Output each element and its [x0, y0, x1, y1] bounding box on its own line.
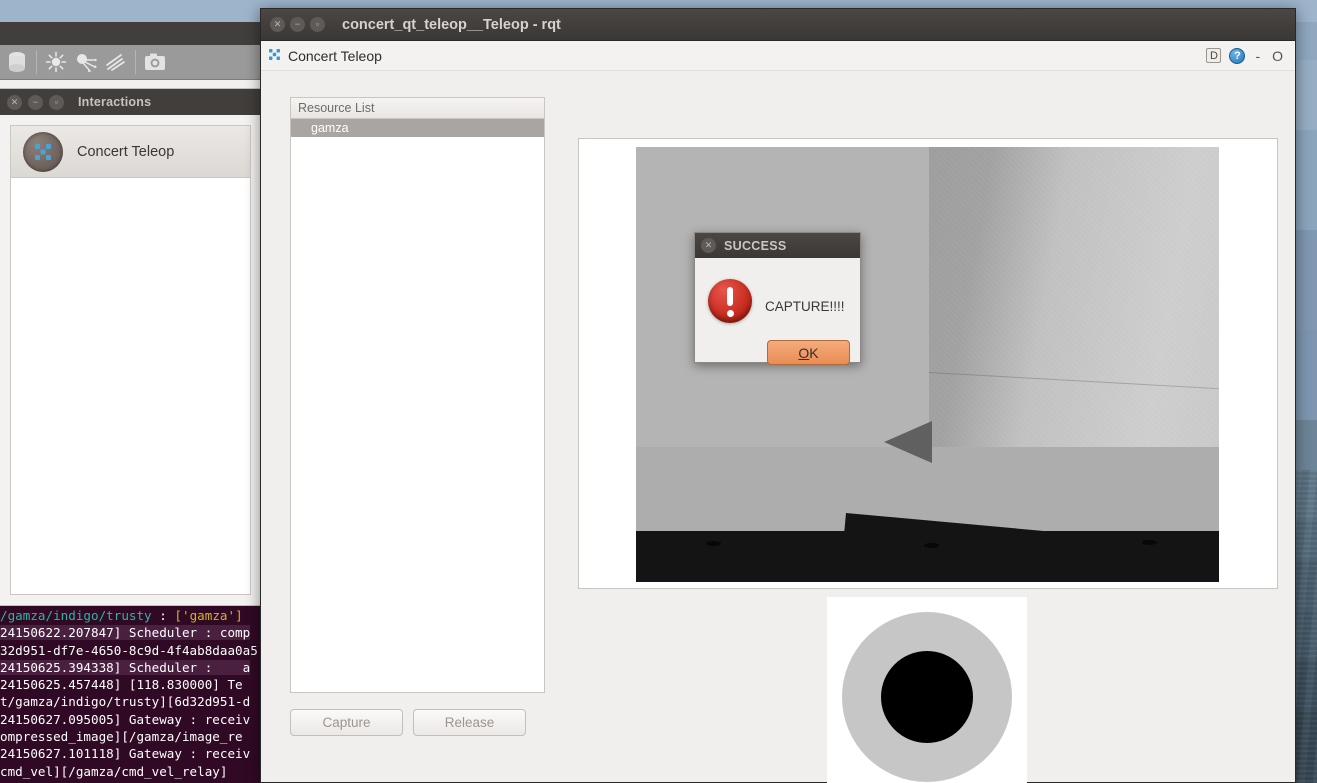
camera-viewport[interactable]	[578, 138, 1278, 589]
terminal-line: 24150627.095005] Gateway : receiv	[0, 711, 262, 728]
scene-dark-floor	[636, 531, 1219, 582]
terminal-line: ompressed_image][/gamza/image_re	[0, 728, 262, 745]
gazebo-menubar[interactable]	[0, 22, 262, 45]
resource-list-header: Resource List	[290, 97, 545, 119]
terminal-text: cmd_vel][/gamza/cmd_vel_relay]	[0, 764, 227, 779]
terminal-line: 24150625.394338] Scheduler : a	[0, 659, 262, 676]
terminal-console[interactable]: /gamza/indigo/trusty : ['gamza']24150622…	[0, 606, 262, 783]
scene-shadow-triangle	[884, 421, 932, 463]
terminal-line: t/gamza/indigo/trusty][6d32d951-d	[0, 693, 262, 710]
plugin-header-right: D ? - O	[1206, 48, 1285, 64]
terminal-text: 24150625.457448] [118.830000] Te	[0, 677, 243, 692]
close-icon[interactable]: ✕	[270, 17, 285, 32]
release-button[interactable]: Release	[413, 709, 526, 736]
spot-light-icon[interactable]	[101, 47, 131, 77]
maximize-icon[interactable]: ▫	[49, 95, 64, 110]
minimize-plugin-button[interactable]: -	[1253, 48, 1262, 64]
minimize-icon[interactable]: −	[28, 95, 43, 110]
terminal-text: ompressed_image][/gamza/image_re	[0, 729, 243, 744]
terminal-text: :	[152, 608, 175, 623]
rqt-content: Resource List gamza Capture Release	[261, 71, 1295, 782]
terminal-text: 32d951-df7e-4650-8c9d-4f4ab8daa0a5	[0, 643, 258, 658]
scene-floor-dot	[706, 541, 721, 546]
minimize-icon[interactable]: −	[290, 17, 305, 32]
terminal-line: 24150627.101118] Gateway : receiv	[0, 745, 262, 762]
window-title: concert_qt_teleop__Teleop - rqt	[342, 17, 561, 33]
dialog-title: SUCCESS	[724, 239, 787, 253]
dock-button[interactable]: D	[1206, 48, 1221, 63]
ros-logo-icon	[23, 132, 63, 172]
gazebo-toolbar[interactable]	[0, 45, 262, 80]
resource-list-panel: Resource List gamza	[290, 97, 545, 693]
resource-listbox[interactable]: gamza	[290, 119, 545, 693]
close-icon[interactable]: ✕	[7, 95, 22, 110]
terminal-text: 24150622.207847] Scheduler : comp	[0, 625, 250, 640]
scene-floor-dot	[1142, 540, 1157, 545]
cylinder-icon[interactable]	[2, 47, 32, 77]
terminal-text: 24150627.101118] Gateway : receiv	[0, 746, 250, 761]
interactions-list[interactable]: Concert Teleop	[10, 125, 251, 595]
list-item[interactable]: gamza	[291, 119, 544, 137]
ok-button-rest: K	[809, 345, 818, 361]
dialog-body: CAPTURE!!!! OK	[695, 258, 860, 364]
dialog-titlebar[interactable]: ✕ SUCCESS	[695, 233, 860, 258]
plugin-header-left: Concert Teleop	[267, 47, 1206, 65]
list-item[interactable]: Concert Teleop	[11, 126, 250, 178]
terminal-line: 24150622.207847] Scheduler : comp	[0, 624, 262, 641]
maximize-icon[interactable]: ▫	[310, 17, 325, 32]
sun-icon[interactable]	[41, 47, 71, 77]
terminal-text: t/gamza/indigo/trusty][6d32d951-d	[0, 694, 250, 709]
close-icon[interactable]: ✕	[701, 238, 716, 253]
joystick-outer-ring[interactable]	[842, 612, 1012, 782]
terminal-line: /gamza/indigo/trusty : ['gamza']	[0, 607, 262, 624]
joystick-knob[interactable]	[881, 651, 973, 743]
window-title: Interactions	[78, 95, 151, 109]
page-title: Concert Teleop	[288, 48, 382, 64]
terminal-line: 32d951-df7e-4650-8c9d-4f4ab8daa0a5	[0, 642, 262, 659]
teleop-joystick-widget[interactable]	[827, 597, 1027, 783]
interactions-body: Concert Teleop	[0, 115, 261, 605]
error-exclamation-icon	[708, 279, 752, 323]
ok-button[interactable]: OK	[767, 340, 850, 365]
terminal-text: ['gamza']	[174, 608, 242, 623]
help-icon[interactable]: ?	[1229, 48, 1245, 64]
interactions-window: ✕ − ▫ Interactions Co	[0, 88, 262, 606]
terminal-text: /gamza/indigo/trusty	[0, 608, 152, 623]
ros-logo-icon	[267, 47, 282, 65]
camera-icon[interactable]	[140, 47, 170, 77]
resource-action-buttons: Capture Release	[290, 709, 545, 736]
terminal-text: 24150625.394338] Scheduler : a	[0, 660, 250, 675]
camera-image	[636, 147, 1219, 582]
plugin-header: Concert Teleop D ? - O	[261, 41, 1295, 71]
terminal-line: 24150625.457448] [118.830000] Te	[0, 676, 262, 693]
scene-floor-dot	[924, 543, 939, 548]
maximize-plugin-button[interactable]: O	[1270, 48, 1285, 64]
point-light-icon[interactable]	[71, 47, 101, 77]
toolbar-separator	[36, 50, 37, 74]
interactions-titlebar[interactable]: ✕ − ▫ Interactions	[0, 89, 261, 115]
dialog-message: CAPTURE!!!!	[765, 299, 845, 314]
list-item-label: Concert Teleop	[77, 144, 174, 160]
success-dialog: ✕ SUCCESS CAPTURE!!!! OK	[694, 232, 861, 363]
rqt-window: ✕ − ▫ concert_qt_teleop__Teleop - rqt Co…	[260, 8, 1296, 783]
terminal-line: cmd_vel][/gamza/cmd_vel_relay]	[0, 763, 262, 780]
ok-button-accel: O	[798, 345, 809, 361]
toolbar-separator	[135, 50, 136, 74]
capture-button[interactable]: Capture	[290, 709, 403, 736]
terminal-text: 24150627.095005] Gateway : receiv	[0, 712, 250, 727]
rqt-titlebar[interactable]: ✕ − ▫ concert_qt_teleop__Teleop - rqt	[261, 9, 1295, 41]
